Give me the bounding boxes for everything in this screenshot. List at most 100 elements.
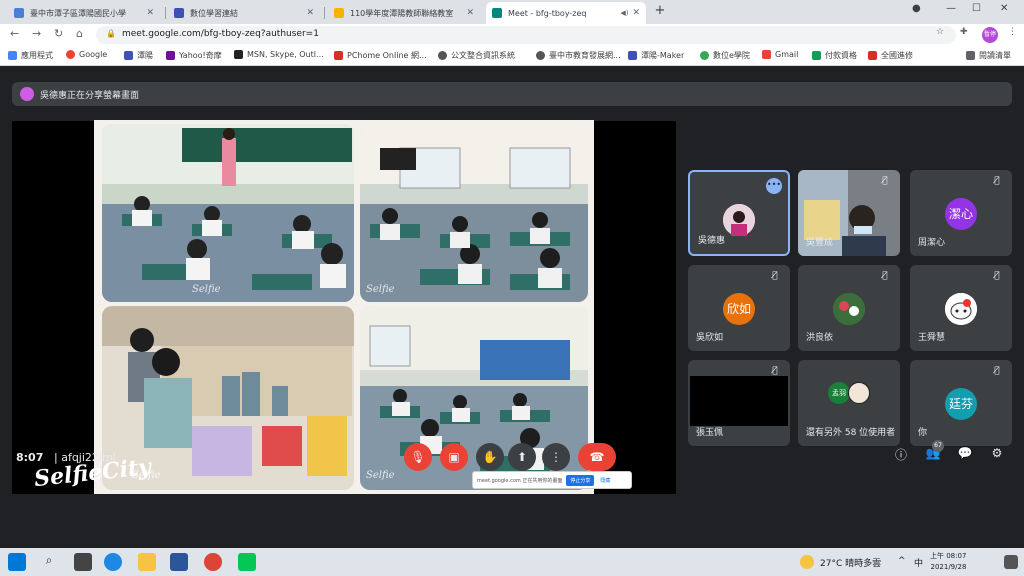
participant-name: 吳德惠 bbox=[698, 236, 726, 246]
forward-icon[interactable]: → bbox=[32, 27, 41, 40]
bookmark-gmail[interactable]: Gmail bbox=[762, 50, 798, 59]
more-options-button[interactable]: ⋮ bbox=[542, 443, 570, 471]
mic-off-icon: 🎙̸ bbox=[994, 366, 1000, 376]
close-icon[interactable]: ✕ bbox=[466, 8, 474, 18]
search-icon[interactable]: ⌕ bbox=[40, 553, 58, 571]
close-icon[interactable]: ✕ bbox=[306, 8, 314, 18]
participant-avatar bbox=[848, 382, 870, 404]
reading-list[interactable]: 閱讀清單 bbox=[966, 50, 1011, 61]
participant-tile[interactable]: 🎙̸ 王舜慧 bbox=[910, 265, 1012, 351]
extensions-icon[interactable]: ✚ bbox=[960, 27, 968, 37]
participant-photo bbox=[945, 293, 977, 325]
chevron-up-icon[interactable]: ^ bbox=[898, 556, 906, 566]
self-tile[interactable]: 🎙̸ 廷芬 你 bbox=[910, 360, 1012, 446]
participant-tile[interactable]: 🎙̸ 欣如 吳欣如 bbox=[688, 265, 790, 351]
presenter-avatar bbox=[20, 87, 34, 101]
stop-sharing-button[interactable]: 停止分享 bbox=[566, 474, 595, 486]
profile-avatar[interactable]: 暫停 bbox=[982, 27, 998, 43]
word-icon[interactable] bbox=[170, 553, 188, 571]
edge-icon[interactable] bbox=[104, 553, 122, 571]
tab-meet[interactable]: Meet - bfg-tboy-zeq ◀) ✕ bbox=[486, 2, 646, 24]
activities-button[interactable]: ⚙ bbox=[988, 446, 1006, 464]
shared-screen: Selfie Selfie Selfie Selfie bbox=[94, 120, 594, 494]
start-icon[interactable] bbox=[8, 553, 26, 571]
tab-divider bbox=[165, 7, 166, 19]
back-icon[interactable]: ← bbox=[10, 27, 19, 40]
bookmark-msn[interactable]: MSN, Skype, Outl... bbox=[234, 50, 324, 59]
present-icon: ⬆ bbox=[516, 450, 528, 464]
chat-button[interactable]: 💬 bbox=[956, 446, 974, 464]
weather-text[interactable]: 27°C 晴時多雲 bbox=[820, 556, 881, 569]
bookmark-label: Gmail bbox=[775, 50, 799, 59]
participant-photo bbox=[723, 204, 755, 236]
more-participants-tile[interactable]: 孟羽 還有另外 58 位使用者 bbox=[798, 360, 900, 446]
tab-label: Meet - bfg-tboy-zeq bbox=[508, 8, 587, 18]
close-icon[interactable]: ✕ bbox=[632, 8, 640, 18]
menu-icon[interactable]: ⋮ bbox=[1008, 27, 1017, 37]
window-close-icon[interactable]: ✕ bbox=[1000, 3, 1008, 14]
notifications-icon[interactable] bbox=[1004, 555, 1018, 569]
reload-icon[interactable]: ↻ bbox=[54, 27, 63, 40]
presenting-text: 吳德惠正在分享螢幕畫面 bbox=[40, 90, 140, 101]
sharing-text: meet.google.com 正在共用你的畫面 bbox=[477, 477, 563, 484]
more-options-icon[interactable]: ••• bbox=[766, 178, 782, 194]
bookmark-apps[interactable]: 應用程式 bbox=[8, 50, 53, 61]
bookmarks-bar: 應用程式 Google 潭陽 Yahoo!奇摩 MSN, Skype, Outl… bbox=[0, 46, 1024, 66]
bookmark-maker[interactable]: 潭陽-Maker bbox=[628, 50, 684, 61]
hide-button[interactable]: 隱藏 bbox=[600, 477, 610, 484]
windows-taskbar: ⌕ 27°C 晴時多雲 ^ 中 上午 08:07 2021/9/28 bbox=[0, 548, 1024, 576]
e-icon bbox=[700, 51, 709, 60]
bookmark-elearning[interactable]: 數位e學院 bbox=[700, 50, 750, 61]
file-explorer-icon[interactable] bbox=[138, 553, 156, 571]
address-bar[interactable]: 🔒 meet.google.com/bfg-tboy-zeq?authuser=… bbox=[96, 26, 956, 44]
participant-tile[interactable]: 🎙̸ 洪良依 bbox=[798, 265, 900, 351]
globe-icon bbox=[438, 51, 447, 60]
camera-toggle-button[interactable]: ▣ bbox=[440, 443, 468, 471]
participant-tile[interactable]: ••• 吳德惠 bbox=[688, 170, 790, 256]
present-button[interactable]: ⬆ bbox=[508, 443, 536, 471]
system-clock[interactable]: 上午 08:07 2021/9/28 bbox=[930, 551, 966, 573]
msn-icon bbox=[234, 50, 243, 59]
task-view-icon[interactable] bbox=[74, 553, 92, 571]
bookmark-label: 數位e學院 bbox=[713, 51, 750, 60]
bookmark-pchome[interactable]: PChome Online 網... bbox=[334, 50, 427, 61]
bookmark-tanyang[interactable]: 潭陽 bbox=[124, 50, 153, 61]
bookmark-education[interactable]: 臺中市教育發展網... bbox=[536, 50, 621, 61]
page-icon bbox=[628, 51, 637, 60]
tab-classroom[interactable]: 110學年度潭陽教師聯絡教室 ✕ bbox=[328, 2, 480, 24]
tab-school[interactable]: 臺中市潭子區潭陽國民小學 ✕ bbox=[8, 2, 160, 24]
participant-tile[interactable]: 🎙̸ 張玉佩 bbox=[688, 360, 790, 446]
page-icon bbox=[868, 51, 877, 60]
bookmark-google[interactable]: Google bbox=[66, 50, 107, 59]
participant-tile[interactable]: 🎙̸ 吳豐成 bbox=[798, 170, 900, 256]
bookmark-yahoo[interactable]: Yahoo!奇摩 bbox=[166, 50, 222, 61]
classroom-photo-1: Selfie bbox=[102, 124, 354, 302]
mic-toggle-button[interactable]: 🎙 bbox=[404, 443, 432, 471]
meeting-details-button[interactable]: ⓘ bbox=[892, 446, 910, 464]
bookmark-training[interactable]: 全國進修 bbox=[868, 50, 913, 61]
bookmark-payment[interactable]: 付款資格 bbox=[812, 50, 857, 61]
new-tab-button[interactable]: + bbox=[652, 3, 668, 21]
participant-avatar: 欣如 bbox=[723, 293, 755, 325]
raise-hand-button[interactable]: ✋ bbox=[476, 443, 504, 471]
globe-icon bbox=[536, 51, 545, 60]
bookmark-docs[interactable]: 公文整合資訊系統 bbox=[438, 50, 515, 61]
chrome-icon[interactable] bbox=[204, 553, 222, 571]
leave-call-button[interactable]: ☎ bbox=[578, 443, 616, 471]
close-icon[interactable]: ✕ bbox=[146, 8, 154, 18]
home-icon[interactable]: ⌂ bbox=[76, 27, 83, 40]
activities-icon: ⚙ bbox=[991, 446, 1003, 460]
mic-off-icon: 🎙̸ bbox=[994, 176, 1000, 186]
minimize-icon[interactable]: — bbox=[946, 3, 956, 14]
bookmark-star-icon[interactable]: ☆ bbox=[936, 27, 944, 37]
line-icon[interactable] bbox=[238, 553, 256, 571]
page-icon bbox=[812, 51, 821, 60]
maximize-icon[interactable]: ☐ bbox=[972, 3, 981, 14]
tab-search-icon[interactable]: ● bbox=[912, 3, 921, 14]
bookmark-label: Google bbox=[79, 50, 108, 59]
audio-icon[interactable]: ◀) bbox=[620, 9, 628, 17]
tab-digital-learning[interactable]: 數位學習連結 ✕ bbox=[168, 2, 320, 24]
mic-off-icon: 🎙̸ bbox=[772, 366, 778, 376]
ime-indicator[interactable]: 中 bbox=[914, 556, 923, 569]
participant-tile[interactable]: 🎙̸ 潔心 周潔心 bbox=[910, 170, 1012, 256]
